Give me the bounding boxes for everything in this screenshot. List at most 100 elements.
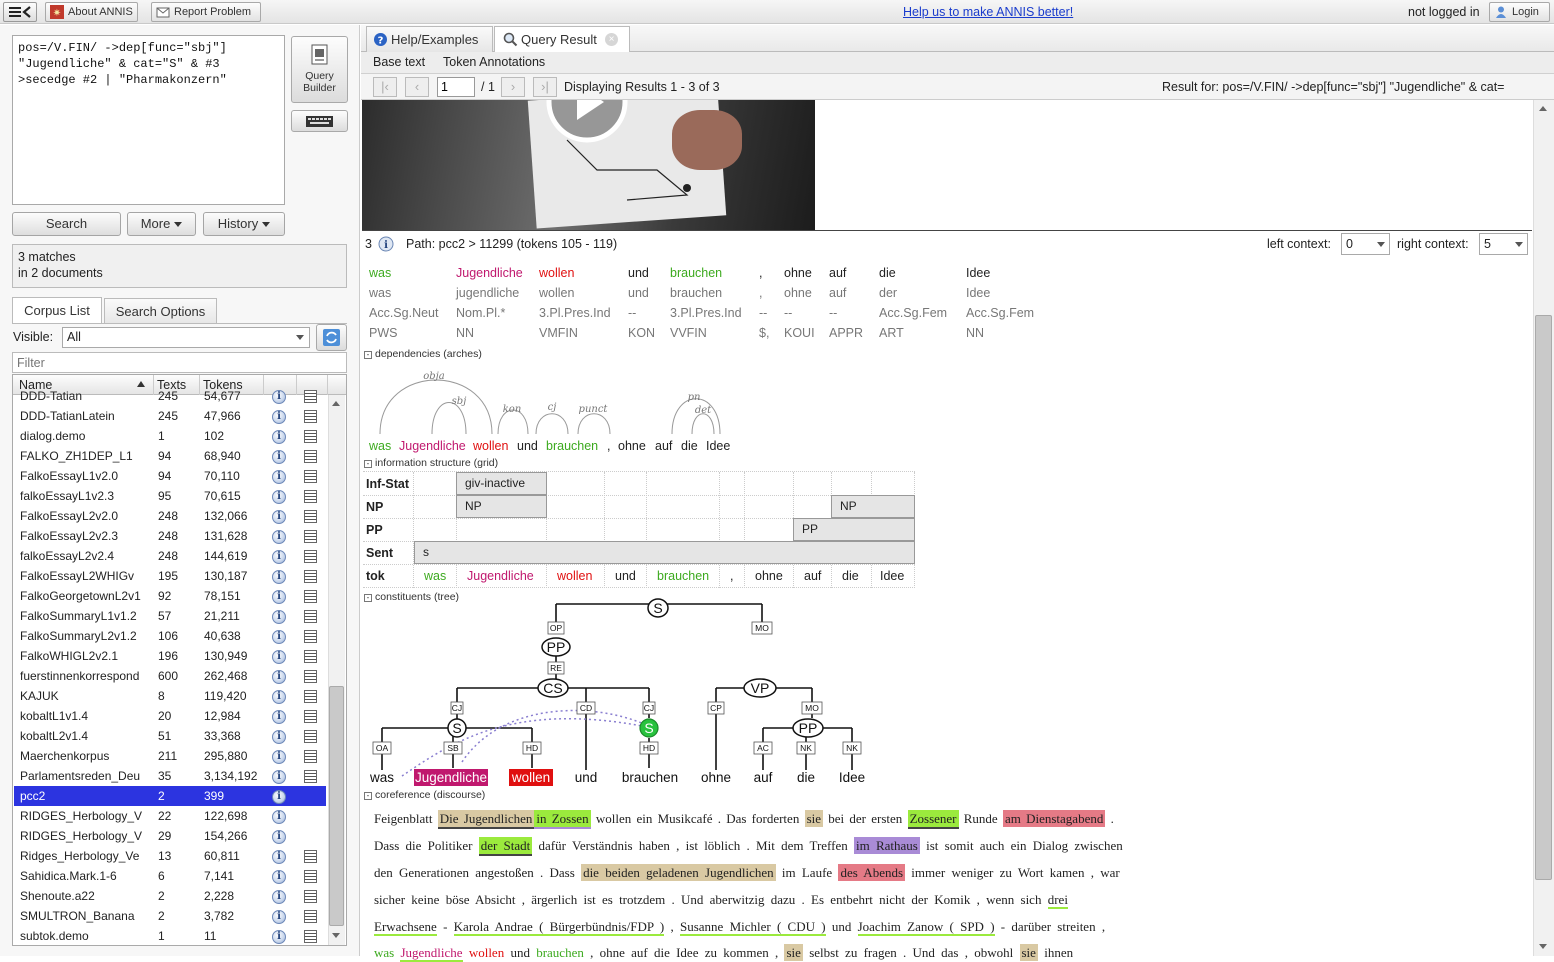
corpus-row[interactable]: FalkoEssayL2v2.0 248 132,066 i — [14, 506, 326, 526]
corpus-row[interactable]: FalkoWHIGL2v2.1 196 130,949 i — [14, 646, 326, 666]
grid-cell-np[interactable]: NP — [831, 495, 915, 518]
browse-documents-icon[interactable] — [304, 630, 317, 643]
login-button[interactable]: Login — [1489, 2, 1550, 22]
next-page-button[interactable]: › — [501, 77, 525, 97]
token-annotations-button[interactable]: Token Annotations — [443, 55, 545, 69]
browse-documents-icon[interactable] — [304, 770, 317, 783]
browse-documents-icon[interactable] — [304, 390, 317, 403]
browse-documents-icon[interactable] — [304, 430, 317, 443]
base-text-button[interactable]: Base text — [373, 55, 425, 69]
browse-documents-icon[interactable] — [304, 870, 317, 883]
corpus-info-icon[interactable]: i — [272, 870, 286, 884]
tab-search-options[interactable]: Search Options — [104, 298, 217, 324]
coref-mention[interactable]: Joachim Zanow ( SPD ) — [857, 919, 995, 936]
virtual-keyboard-button[interactable] — [291, 110, 348, 132]
report-problem-button[interactable]: Report Problem — [151, 2, 261, 22]
coref-mention[interactable]: die beiden geladenen Jugendlichen — [581, 864, 776, 881]
grid-cell-pp[interactable]: PP — [793, 518, 915, 541]
coref-mention[interactable]: Karola Andrae ( Bürgerbündnis/FDP ) — [453, 919, 665, 936]
corpus-info-icon[interactable]: i — [272, 810, 286, 824]
page-number-input[interactable] — [437, 77, 475, 97]
corpus-row[interactable]: Sahidica.Mark.1-6 6 7,141 i — [14, 866, 326, 886]
corpus-info-icon[interactable]: i — [272, 530, 286, 544]
corpus-info-icon[interactable]: i — [272, 390, 286, 404]
coref-mention[interactable]: Susanne Michler ( CDU ) — [680, 919, 826, 936]
coref-mention[interactable]: im Rathaus — [854, 837, 920, 854]
coref-mention[interactable]: in Zossen — [534, 810, 591, 829]
infostruct-section-title[interactable]: - information structure (grid) — [364, 457, 498, 469]
corpus-info-icon[interactable]: i — [272, 590, 286, 604]
scroll-up-icon[interactable] — [1539, 106, 1547, 111]
corpus-row[interactable]: Maerchenkorpus 211 295,880 i — [14, 746, 326, 766]
corpus-row[interactable]: pcc2 2 399 i — [14, 786, 326, 806]
coref-mention[interactable]: Zossener — [907, 810, 959, 829]
corpus-row[interactable]: SMULTRON_Banana 2 3,782 i — [14, 906, 326, 926]
help-improve-link[interactable]: Help us to make ANNIS better! — [903, 5, 1073, 19]
corpus-info-icon[interactable]: i — [272, 770, 286, 784]
corpus-info-icon[interactable]: i — [272, 750, 286, 764]
browse-documents-icon[interactable] — [304, 590, 317, 603]
corpus-info-icon[interactable]: i — [272, 710, 286, 724]
coref-mention[interactable]: Erwachsene — [374, 919, 437, 936]
corpus-info-icon[interactable]: i — [272, 830, 286, 844]
coref-mention[interactable]: drei — [1047, 892, 1068, 909]
last-page-button[interactable]: ›| — [533, 77, 557, 97]
corpus-info-icon[interactable]: i — [272, 910, 286, 924]
previous-page-button[interactable]: ‹ — [405, 77, 429, 97]
scroll-down-icon[interactable] — [1539, 944, 1547, 949]
more-button[interactable]: More — [127, 212, 196, 236]
corpus-row[interactable]: DDD-TatianLatein 245 47,966 i — [14, 406, 326, 426]
coref-mention[interactable]: sie — [804, 810, 824, 827]
scroll-up-icon[interactable] — [332, 401, 340, 406]
corpus-row[interactable]: falkoEssayL2v2.4 248 144,619 i — [14, 546, 326, 566]
close-icon[interactable]: × — [605, 33, 618, 46]
visible-select[interactable]: All — [62, 327, 310, 348]
corpus-row[interactable]: Ridges_Herbology_Ve 13 60,811 i — [14, 846, 326, 866]
browse-documents-icon[interactable] — [304, 910, 317, 923]
kwic-token[interactable]: , — [759, 266, 762, 280]
kwic-token[interactable]: die — [879, 266, 896, 280]
dependencies-section-title[interactable]: - dependencies (arches) — [364, 348, 482, 360]
corpus-row[interactable]: FalkoSummaryL2v1.2 106 40,638 i — [14, 626, 326, 646]
browse-documents-icon[interactable] — [304, 670, 317, 683]
kwic-token[interactable]: und — [628, 266, 649, 280]
video-player[interactable] — [362, 100, 815, 230]
corpus-row[interactable]: RIDGES_Herbology_V 22 122,698 i — [14, 806, 326, 826]
sidebar-toggle-button[interactable] — [3, 2, 37, 22]
corpus-row[interactable]: Shenoute.a22 2 2,228 i — [14, 886, 326, 906]
coref-mention[interactable]: sie — [1019, 944, 1038, 961]
browse-documents-icon[interactable] — [304, 550, 317, 563]
info-icon[interactable]: i — [378, 236, 394, 252]
grid-cell-giv-inactive[interactable]: giv-inactive — [456, 472, 547, 495]
corpus-row[interactable]: Parlamentsreden_Deu 35 3,134,192 i — [14, 766, 326, 786]
corpus-info-icon[interactable]: i — [272, 550, 286, 564]
corpus-info-icon[interactable]: i — [272, 450, 286, 464]
browse-documents-icon[interactable] — [304, 890, 317, 903]
corpus-row[interactable]: FalkoGeorgetownL2v1 92 78,151 i — [14, 586, 326, 606]
corpus-info-icon[interactable]: i — [272, 730, 286, 744]
corpus-info-icon[interactable]: i — [272, 890, 286, 904]
browse-documents-icon[interactable] — [304, 710, 317, 723]
corpus-row[interactable]: FalkoEssayL2v2.3 248 131,628 i — [14, 526, 326, 546]
coref-mention[interactable]: der Stadt — [478, 837, 533, 856]
corpus-info-icon[interactable]: i — [272, 690, 286, 704]
coreference-section-title[interactable]: - coreference (discourse) — [364, 789, 485, 801]
corpus-info-icon[interactable]: i — [272, 410, 286, 424]
corpus-scrollbar-thumb[interactable] — [329, 686, 344, 926]
kwic-token[interactable]: was — [369, 266, 391, 280]
browse-documents-icon[interactable] — [304, 410, 317, 423]
corpus-info-icon[interactable]: i — [272, 930, 286, 944]
browse-documents-icon[interactable] — [304, 730, 317, 743]
kwic-token[interactable]: Idee — [966, 266, 990, 280]
corpus-info-icon[interactable]: i — [272, 790, 286, 804]
corpus-filter-input[interactable] — [12, 352, 347, 373]
corpus-row[interactable]: dialog.demo 1 102 i — [14, 426, 326, 446]
corpus-info-icon[interactable]: i — [272, 470, 286, 484]
coref-mention[interactable]: Die Jugendlichen — [437, 810, 535, 829]
corpus-row[interactable]: kobaltL2v1.4 51 33,368 i — [14, 726, 326, 746]
corpus-row[interactable]: FalkoEssayL2WHIGv 195 130,187 i — [14, 566, 326, 586]
browse-documents-icon[interactable] — [304, 450, 317, 463]
kwic-token[interactable]: Jugendliche — [456, 266, 523, 280]
corpus-info-icon[interactable]: i — [272, 610, 286, 624]
result-scrollbar-thumb[interactable] — [1535, 315, 1552, 880]
